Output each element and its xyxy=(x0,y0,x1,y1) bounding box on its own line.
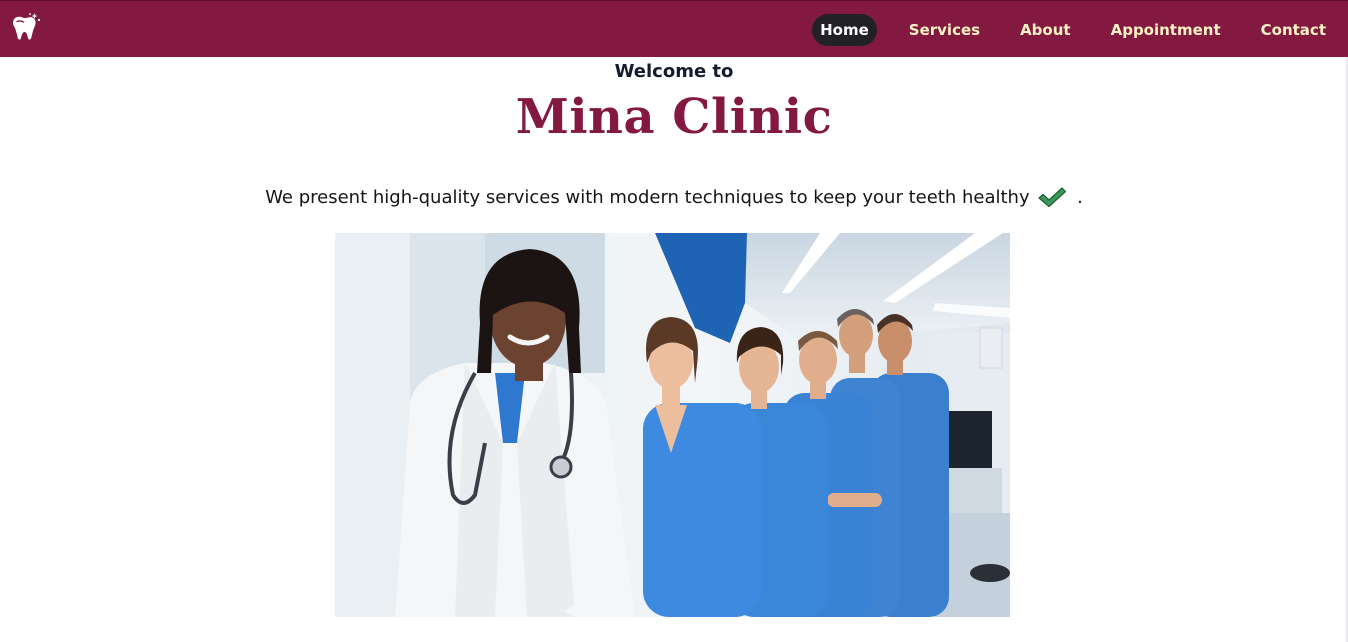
navbar: Home Services About Appointment Contact xyxy=(0,0,1348,57)
nav-link-about[interactable]: About xyxy=(1012,14,1079,46)
nav-menu: Home Services About Appointment Contact xyxy=(788,14,1334,46)
page: Home Services About Appointment Contact … xyxy=(0,0,1348,642)
dental-team-illustration xyxy=(335,233,1010,617)
nav-link-services[interactable]: Services xyxy=(901,14,988,46)
tagline: We present high-quality services with mo… xyxy=(0,186,1348,208)
tagline-text: We present high-quality services with mo… xyxy=(265,187,1030,208)
check-mark-icon xyxy=(1038,187,1067,208)
nav-link-appointment[interactable]: Appointment xyxy=(1103,14,1229,46)
clinic-title: Mina Clinic xyxy=(515,89,833,145)
tagline-period: . xyxy=(1077,187,1083,208)
dental-team-photo xyxy=(335,233,1010,617)
nav-link-home[interactable]: Home xyxy=(812,14,877,46)
nav-link-contact[interactable]: Contact xyxy=(1253,14,1334,46)
tooth-logo-icon[interactable] xyxy=(8,11,42,45)
welcome-heading: Welcome to xyxy=(614,61,734,82)
